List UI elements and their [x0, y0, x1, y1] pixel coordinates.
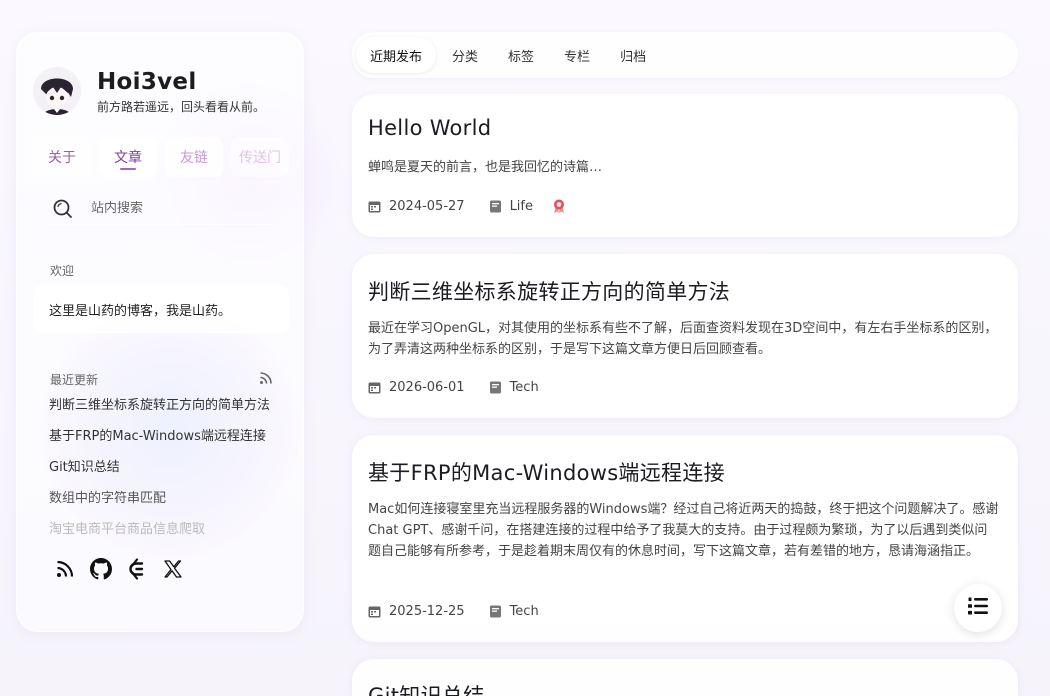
post-meta: 2026-06-01 Tech	[368, 380, 557, 395]
github-icon[interactable]	[89, 557, 113, 581]
recent-item[interactable]: 判断三维坐标系旋转正方向的简单方法	[49, 395, 279, 426]
post-title[interactable]: Hello World	[368, 116, 491, 140]
post-card[interactable]: Git知识总结	[352, 659, 1018, 696]
sidebar: Hoi3vel 前方路若遥远，回头看看从前。 关于 文章 友链 传送门 欢迎 这…	[16, 32, 304, 632]
welcome-text: 这里是山药的博客，我是山药。	[33, 285, 289, 333]
post-card[interactable]: 基于FRP的Mac-Windows端远程连接 Mac如何连接寝室里充当远程服务器…	[352, 435, 1018, 642]
welcome-label: 欢迎	[50, 264, 75, 278]
social-links	[53, 557, 185, 581]
post-title[interactable]: Git知识总结	[368, 680, 484, 696]
post-card[interactable]: 判断三维坐标系旋转正方向的简单方法 最近在学习OpenGL，对其使用的坐标系有些…	[352, 254, 1018, 418]
post-category[interactable]: Tech	[510, 380, 539, 395]
gitee-icon[interactable]	[125, 557, 149, 581]
post-date: 2026-06-01	[389, 380, 465, 395]
post-tabs: 近期发布 分类 标签 专栏 归档	[352, 32, 1018, 78]
post-title[interactable]: 基于FRP的Mac-Windows端远程连接	[368, 457, 725, 487]
search-input[interactable]	[91, 201, 251, 216]
post-excerpt: 最近在学习OpenGL，对其使用的坐标系有些不了解，后面查资料发现在3D空间中，…	[368, 321, 998, 357]
post-meta: 2024-05-27 Life	[368, 198, 567, 214]
post-category[interactable]: Tech	[510, 604, 539, 619]
post-meta: 2025-12-25 Tech	[368, 604, 557, 619]
calendar-icon	[368, 605, 381, 618]
site-motto: 前方路若遥远，回头看看从前。	[97, 99, 266, 114]
recent-item[interactable]: 淘宝电商平台商品信息爬取	[49, 519, 279, 550]
tab-recent[interactable]: 近期发布	[356, 37, 437, 73]
recent-item[interactable]: 基于FRP的Mac-Windows端远程连接	[49, 426, 279, 457]
nav-friends-button[interactable]: 友链	[165, 137, 223, 177]
nav-about-button[interactable]: 关于	[33, 137, 91, 177]
site-title[interactable]: Hoi3vel	[97, 68, 265, 96]
list-ordered-icon	[966, 594, 990, 622]
folder-icon	[489, 381, 502, 394]
folder-icon	[489, 605, 502, 618]
nav-portal-button[interactable]: 传送门	[231, 137, 289, 177]
pinned-badge-icon	[551, 198, 567, 214]
tab-archive[interactable]: 归档	[606, 37, 660, 73]
post-title[interactable]: 判断三维坐标系旋转正方向的简单方法	[368, 276, 730, 306]
recent-item[interactable]: Git知识总结	[49, 457, 279, 488]
post-card[interactable]: Hello World 蝉鸣是夏天的前言，也是我回忆的诗篇… 2024-05-2…	[352, 94, 1018, 237]
rss-icon[interactable]	[53, 557, 77, 581]
rss-icon[interactable]	[259, 370, 273, 384]
nav-buttons: 关于 文章 友链 传送门	[33, 137, 289, 177]
post-excerpt: Mac如何连接寝室里充当远程服务器的Windows端？经过自己将近两天的捣鼓，终…	[368, 502, 999, 559]
recent-item[interactable]: 数组中的字符串匹配	[49, 488, 279, 519]
folder-icon	[489, 200, 502, 213]
x-icon[interactable]	[161, 557, 185, 581]
avatar[interactable]	[33, 67, 81, 115]
toc-button[interactable]	[954, 584, 1002, 632]
nav-posts-button[interactable]: 文章	[99, 137, 157, 177]
calendar-icon	[368, 381, 381, 394]
post-date: 2024-05-27	[389, 198, 465, 214]
recent-updates-list: 判断三维坐标系旋转正方向的简单方法 基于FRP的Mac-Windows端远程连接…	[49, 395, 279, 550]
tab-tags[interactable]: 标签	[494, 37, 548, 73]
profile: Hoi3vel 前方路若遥远，回头看看从前。	[33, 67, 265, 115]
post-category[interactable]: Life	[510, 199, 533, 214]
calendar-icon	[368, 200, 381, 213]
tab-columns[interactable]: 专栏	[550, 37, 604, 73]
search-bar	[49, 193, 273, 225]
search-icon[interactable]	[51, 197, 75, 221]
tab-categories[interactable]: 分类	[438, 37, 492, 73]
post-date: 2025-12-25	[389, 604, 465, 619]
recent-updates-label: 最近更新	[50, 373, 99, 387]
post-excerpt: 蝉鸣是夏天的前言，也是我回忆的诗篇…	[368, 160, 603, 175]
